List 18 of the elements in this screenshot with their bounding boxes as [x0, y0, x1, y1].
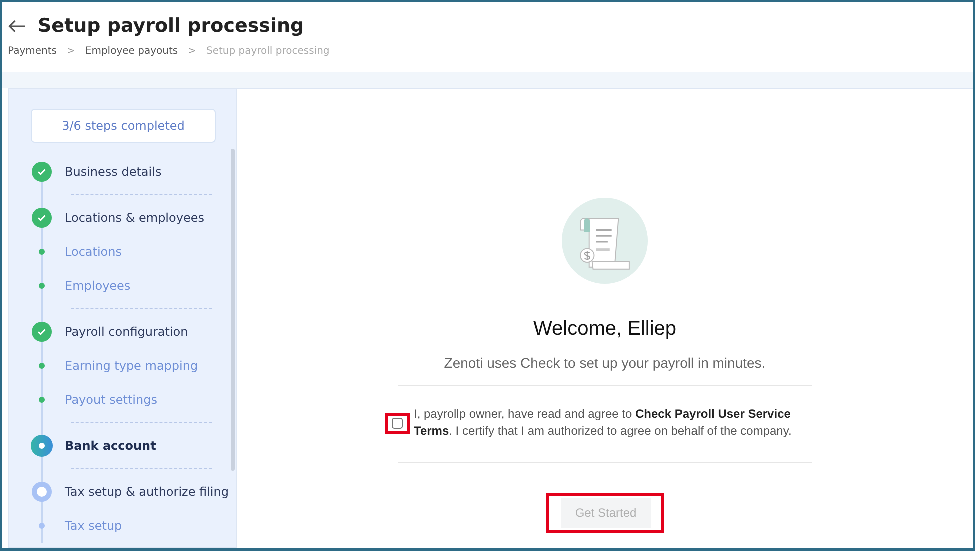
back-arrow-icon[interactable]: [8, 18, 26, 34]
intro-text: Zenoti uses Check to set up your payroll in minutes.: [444, 355, 766, 371]
terms-text: I, payrollp owner, have read and agree to Check Payroll User Service Terms. I certify that I am authorized to agree on behalf of the company.: [414, 406, 793, 440]
step-label[interactable]: Bank account: [65, 439, 156, 453]
page-title: Setup payroll processing: [38, 15, 304, 37]
step-label[interactable]: Payroll configuration: [65, 325, 188, 339]
progress-badge: 3/6 steps completed: [31, 109, 216, 143]
payroll-receipt-icon: [561, 197, 649, 285]
breadcrumb-separator: >: [188, 46, 196, 57]
breadcrumb-separator: >: [67, 46, 76, 57]
user-name: Elliep: [628, 318, 677, 340]
breadcrumb-link[interactable]: Payments: [8, 46, 57, 57]
step-label[interactable]: Tax setup & authorize filing: [65, 485, 229, 499]
step-label[interactable]: Locations & employees: [65, 211, 204, 225]
terms-checkbox[interactable]: [392, 418, 403, 428]
breadcrumb-link[interactable]: Employee payouts: [85, 46, 178, 57]
welcome-heading: Welcome,: [533, 318, 622, 340]
step-label[interactable]: Business details: [65, 165, 162, 179]
